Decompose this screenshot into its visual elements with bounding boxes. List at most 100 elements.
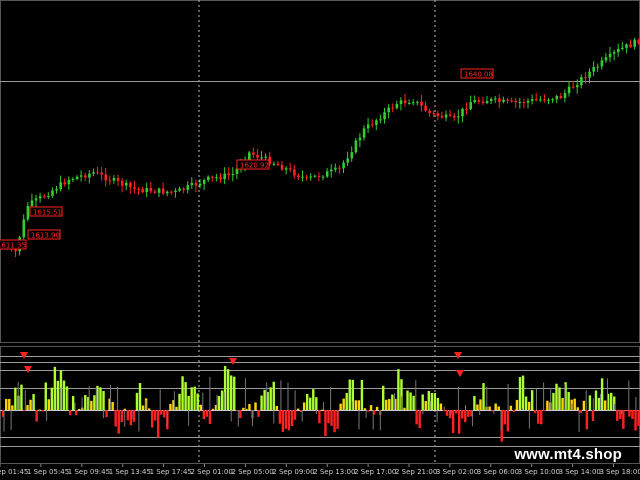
oscillator-bar (506, 410, 510, 432)
oscillator-bar (391, 394, 394, 410)
candle-body (211, 176, 214, 178)
candle-body (133, 187, 136, 189)
candle-body (34, 198, 38, 201)
oscillator-bar (135, 392, 139, 410)
candle-body (543, 99, 546, 101)
oscillator-bar (56, 380, 60, 410)
candle-body (416, 101, 419, 103)
candle-body (334, 167, 337, 170)
candle-body (514, 100, 518, 103)
candle-body (219, 177, 222, 180)
oscillator-bar (205, 410, 209, 417)
candle-body (358, 137, 362, 141)
candle-body (608, 53, 612, 58)
oscillator-bar (439, 403, 443, 410)
candle-body (30, 200, 34, 206)
candle-body (116, 177, 120, 181)
time-axis-label: 2 Sep 05:00 (231, 468, 273, 476)
time-axis-label: 3 Sep 06:00 (477, 468, 519, 476)
oscillator-bar (418, 410, 421, 429)
candle-body (489, 99, 493, 102)
candle-body (276, 163, 280, 165)
candle-body (190, 182, 194, 186)
oscillator-bar (20, 384, 23, 410)
candle-body (407, 103, 411, 105)
mt4-chart[interactable]: 1640.08 1620.92 1615.51 1613.90 1611.35 1 Sep… (0, 0, 640, 480)
oscillator-bar (397, 369, 400, 410)
oscillator-bar (366, 410, 370, 412)
oscillator-bar (126, 410, 130, 421)
candle-body (596, 66, 600, 68)
candle-body (612, 52, 616, 54)
oscillator-bar (90, 400, 93, 410)
oscillator-bar (230, 375, 233, 410)
oscillator-bar (467, 410, 470, 417)
candle-body (280, 164, 284, 170)
candle-body (436, 113, 440, 116)
oscillator-bar (302, 402, 306, 410)
oscillator-bar (524, 396, 528, 410)
candle-body (43, 196, 46, 198)
candle-body (485, 101, 489, 104)
candle-body (580, 77, 583, 86)
candle-body (576, 85, 579, 88)
oscillator-bar (138, 383, 142, 410)
oscillator-bar (242, 407, 245, 410)
candle-body (313, 175, 317, 177)
price-label: 1615.51 (33, 209, 62, 217)
candle-body (47, 195, 50, 197)
oscillator-bar (625, 410, 628, 411)
oscillator-bar (369, 405, 373, 410)
oscillator-bar (582, 400, 586, 410)
main-pane-frame (0, 0, 640, 343)
time-axis-label: 2 Sep 01:00 (191, 468, 233, 476)
candle-body (67, 179, 71, 185)
oscillator-bar (603, 400, 607, 410)
oscillator-bar (579, 410, 582, 413)
oscillator-bar (573, 398, 576, 410)
oscillator-bar (552, 392, 555, 410)
oscillator-bar (588, 395, 592, 410)
candle-body (338, 167, 341, 169)
candle-body (502, 99, 505, 102)
oscillator-bar (254, 402, 257, 410)
candle-body (227, 173, 231, 176)
oscillator-bar (488, 406, 491, 410)
oscillator-bar (458, 410, 461, 434)
candle-body (51, 190, 54, 196)
oscillator-bar (622, 410, 625, 429)
oscillator-bar (187, 395, 190, 410)
candle-body (604, 57, 608, 61)
oscillator-bar (634, 410, 637, 431)
candle-body (629, 44, 632, 47)
candle-body (129, 182, 132, 188)
oscillator-bar (220, 390, 224, 410)
oscillator-bar (217, 396, 221, 410)
candle-body (346, 158, 349, 163)
oscillator-bar (382, 385, 385, 410)
candle-body (518, 101, 522, 103)
oscillator-bar (8, 398, 11, 410)
oscillator-bar (84, 395, 87, 410)
candle-body (444, 114, 448, 118)
candle-body (26, 205, 30, 220)
signal-arrow-icon (229, 358, 237, 365)
oscillator-bar (406, 390, 409, 410)
oscillator-bar (306, 393, 309, 410)
candle-body (137, 188, 140, 190)
oscillator-bar (5, 398, 8, 410)
oscillator-bar (208, 410, 212, 424)
candle-body (375, 120, 378, 125)
oscillator-bar (111, 401, 114, 410)
candle-body (108, 180, 112, 182)
candle-body (186, 185, 190, 190)
oscillator-bar (540, 410, 543, 425)
oscillator-bar (518, 377, 522, 410)
candle-body (149, 188, 153, 192)
time-axis-label: 3 Sep 02:00 (436, 468, 478, 476)
oscillator-bar (546, 400, 549, 410)
oscillator-bar (74, 410, 78, 416)
oscillator-bar (47, 399, 50, 410)
oscillator-bar (290, 410, 294, 427)
oscillator-bar (105, 410, 108, 418)
